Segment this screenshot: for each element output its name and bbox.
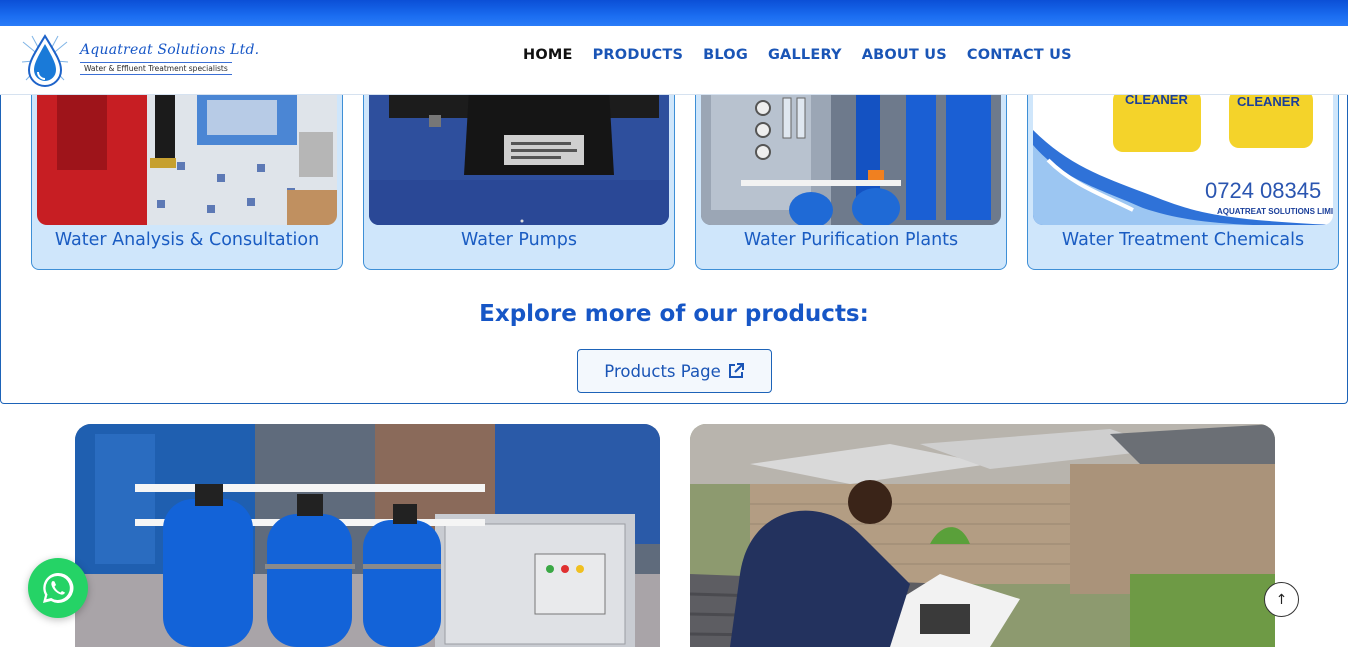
nav-home[interactable]: HOME bbox=[523, 47, 573, 63]
brand-tagline: Water & Effluent Treatment specialists bbox=[80, 62, 232, 75]
photo-technician-roof bbox=[690, 424, 1275, 647]
nav-products[interactable]: PRODUCTS bbox=[593, 47, 684, 63]
products-page-button[interactable]: Products Page bbox=[577, 349, 772, 393]
product-card-water-pumps[interactable]: Water Pumps bbox=[363, 90, 675, 270]
chemical-label-2: CLEANER bbox=[1237, 94, 1300, 109]
nav-about-us[interactable]: ABOUT US bbox=[862, 47, 947, 63]
product-title: Water Analysis & Consultation bbox=[54, 230, 320, 250]
site-logo[interactable]: Aquatreat Solutions Ltd. Water & Effluen… bbox=[18, 30, 259, 90]
products-page-label: Products Page bbox=[604, 361, 721, 381]
product-title: Water Treatment Chemicals bbox=[1061, 230, 1305, 250]
whatsapp-icon bbox=[43, 572, 74, 603]
product-image-water-pumps bbox=[369, 90, 669, 225]
nav-gallery[interactable]: GALLERY bbox=[768, 47, 842, 63]
water-drop-icon bbox=[21, 34, 69, 87]
product-image-water-purification bbox=[701, 90, 1001, 225]
nav-blog[interactable]: BLOG bbox=[703, 47, 748, 63]
product-card-water-purification[interactable]: Water Purification Plants bbox=[695, 90, 1007, 270]
scroll-to-top-button[interactable]: ↑ bbox=[1264, 582, 1299, 617]
product-image-water-chemicals: CLEANER CLEANER 0724 08345 AQUATREAT SOL… bbox=[1033, 90, 1333, 225]
whatsapp-chat-button[interactable] bbox=[28, 558, 88, 618]
top-announcement-bar bbox=[0, 0, 1348, 26]
product-title: Water Purification Plants bbox=[743, 230, 959, 250]
product-title: Water Pumps bbox=[461, 230, 577, 250]
site-header: Aquatreat Solutions Ltd. Water & Effluen… bbox=[0, 26, 1348, 95]
nav-contact-us[interactable]: CONTACT US bbox=[967, 47, 1072, 63]
external-link-icon bbox=[728, 363, 744, 378]
chemical-company: AQUATREAT SOLUTIONS LIMIT bbox=[1217, 207, 1333, 216]
brand-name: Aquatreat Solutions Ltd. bbox=[80, 42, 260, 58]
chemical-phone: 0724 08345 bbox=[1205, 178, 1321, 203]
main-nav: HOME PRODUCTS BLOG GALLERY ABOUT US CONT… bbox=[523, 47, 1072, 63]
photo-purification-plant bbox=[75, 424, 660, 647]
arrow-up-icon: ↑ bbox=[1275, 591, 1288, 608]
product-image-water-analysis bbox=[37, 90, 337, 225]
explore-heading: Explore more of our products: bbox=[479, 301, 869, 327]
product-card-water-analysis[interactable]: Water Analysis & Consultation bbox=[31, 90, 343, 270]
product-card-water-chemicals[interactable]: CLEANER CLEANER 0724 08345 AQUATREAT SOL… bbox=[1027, 90, 1339, 270]
